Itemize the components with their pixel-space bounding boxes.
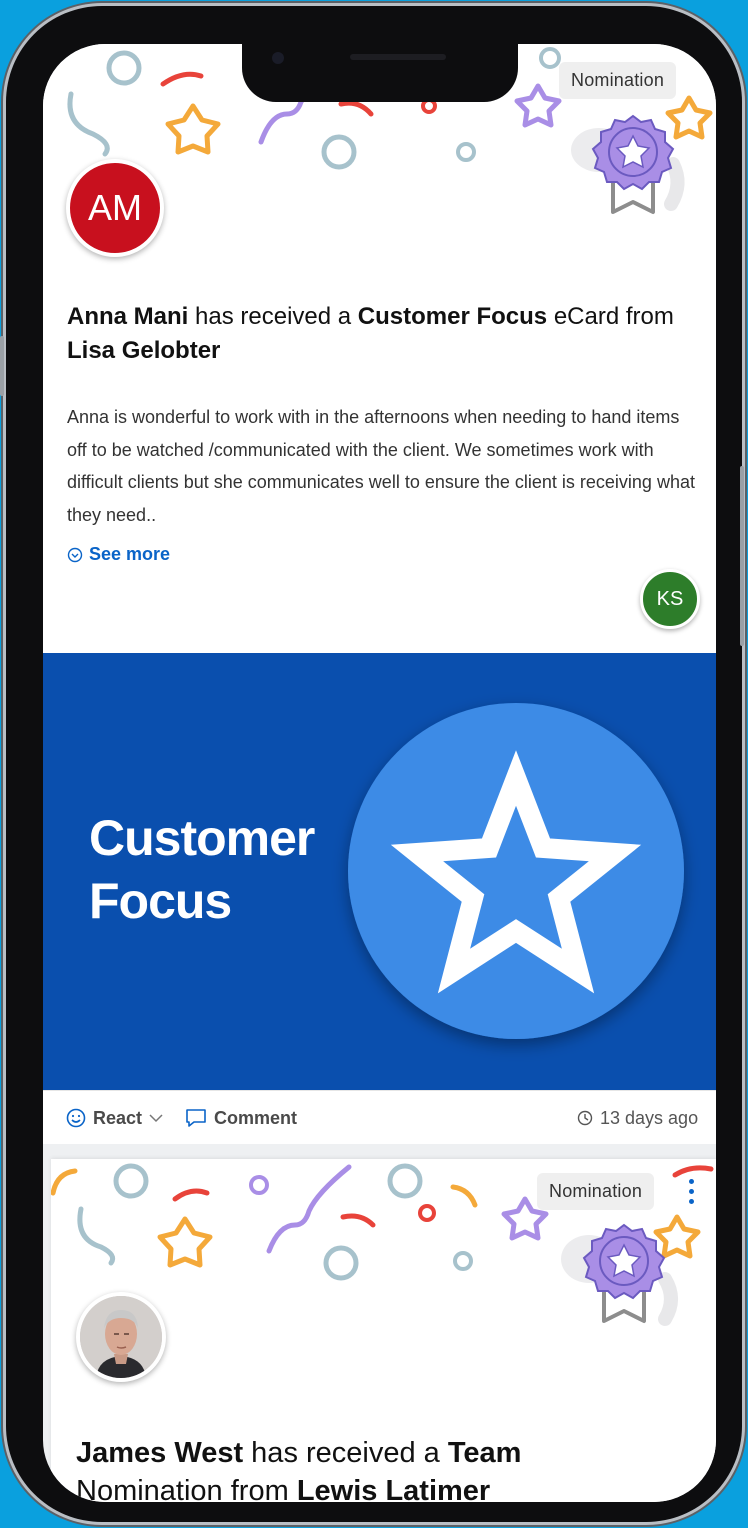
- more-options-icon[interactable]: [689, 1179, 695, 1209]
- sender-name[interactable]: Lewis Latimer: [297, 1475, 490, 1502]
- recipient-name[interactable]: Anna Mani: [67, 303, 188, 330]
- speaker: [350, 54, 446, 60]
- feed-card: Nomination AM Anna Mani has received a C…: [43, 44, 716, 1144]
- phone-frame: Nomination AM Anna Mani has received a C…: [0, 6, 744, 1522]
- notch: [242, 36, 518, 102]
- participant-avatar[interactable]: KS: [640, 569, 700, 629]
- card-message: Anna is wonderful to work with in the af…: [67, 407, 695, 525]
- headline-text: Nomination from: [76, 1475, 297, 1502]
- sender-name[interactable]: Lisa Gelobter: [67, 337, 220, 364]
- award-name: Team: [447, 1437, 522, 1469]
- nomination-badge: Nomination: [559, 62, 677, 99]
- award-ribbon-icon: [582, 1223, 666, 1323]
- camera: [272, 52, 284, 64]
- ecard-title-line: Customer: [89, 810, 315, 866]
- headline-text: has received a: [188, 303, 358, 330]
- award-name: Customer Focus: [357, 303, 548, 330]
- ecard-title-line: Focus: [89, 873, 232, 929]
- recipient-avatar[interactable]: [76, 1292, 166, 1382]
- react-button[interactable]: React: [66, 1091, 163, 1145]
- smiley-icon: [66, 1108, 86, 1128]
- headline-text: has received a: [243, 1437, 448, 1469]
- chevron-down-icon: [149, 1114, 163, 1123]
- timestamp-label: 13 days ago: [600, 1107, 699, 1128]
- recipient-name[interactable]: James West: [76, 1437, 243, 1469]
- see-more-label: See more: [89, 544, 171, 564]
- ecard-image: Customer Focus: [43, 653, 716, 1090]
- timestamp: 13 days ago: [577, 1091, 698, 1145]
- side-button: [0, 336, 4, 396]
- recipient-avatar[interactable]: AM: [66, 159, 164, 257]
- screen: Nomination AM Anna Mani has received a C…: [43, 44, 716, 1502]
- clock-icon: [577, 1110, 593, 1126]
- award-ribbon-icon: [591, 114, 675, 214]
- chevron-down-circle-icon: [67, 547, 83, 562]
- side-button: [740, 466, 744, 646]
- person-photo: [80, 1296, 162, 1378]
- comment-icon: [186, 1109, 206, 1127]
- ecard-title: Customer Focus: [89, 807, 315, 933]
- nomination-badge: Nomination: [537, 1173, 655, 1210]
- headline-text: eCard from: [547, 303, 674, 330]
- card-headline: Anna Mani has received a Customer Focus …: [67, 300, 687, 368]
- react-label: React: [93, 1107, 143, 1128]
- card-headline: James West has received a Team Nomination…: [76, 1434, 676, 1502]
- see-more-link[interactable]: See more: [67, 544, 170, 565]
- card-actions: React Comment 13 days ago: [43, 1090, 716, 1144]
- feed-card: Nomination James West has received a Tea…: [51, 1159, 716, 1502]
- comment-button[interactable]: Comment: [185, 1091, 297, 1145]
- comment-label: Comment: [214, 1107, 298, 1128]
